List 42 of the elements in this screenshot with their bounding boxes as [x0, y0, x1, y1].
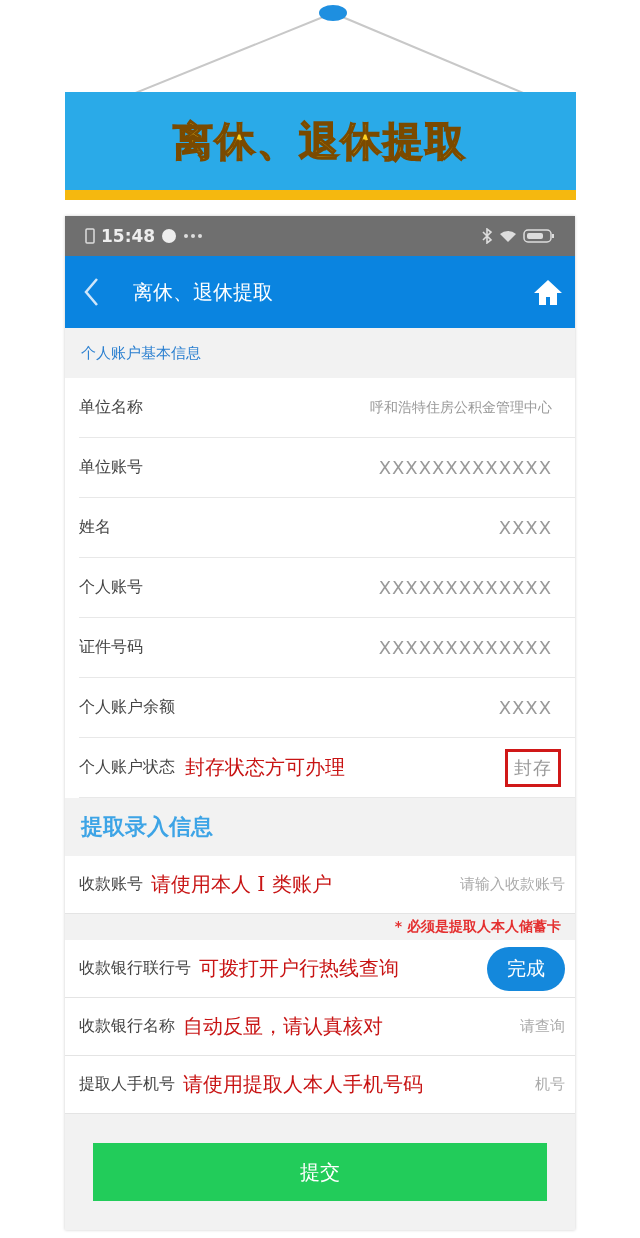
field-label: 个人账户状态 [79, 757, 175, 778]
field-label: 收款账号 [79, 874, 143, 895]
field-label: 个人账号 [79, 577, 143, 598]
field-value: XXXX [497, 696, 553, 720]
done-button[interactable]: 完成 [487, 946, 565, 991]
field-value: XXXXXXXXXXXXX [377, 636, 553, 660]
battery-icon [523, 228, 555, 244]
sim-icon [85, 228, 95, 244]
field-label: 单位名称 [79, 397, 143, 418]
annotation-text: 自动反显，请认真核对 [183, 1013, 383, 1040]
field-label: 个人账户余额 [79, 697, 175, 718]
field-label: 收款银行名称 [79, 1016, 175, 1037]
field-value: 封存 [505, 748, 561, 787]
annotation-text: 封存状态方可办理 [185, 754, 345, 781]
back-icon[interactable] [83, 277, 99, 307]
annotation-text: 可拨打开户行热线查询 [199, 955, 399, 982]
wifi-icon [499, 229, 517, 243]
submit-button[interactable]: 提交 [93, 1143, 547, 1201]
status-time: 15:48 [101, 226, 156, 246]
hint-text: * 必须是提取人本人储蓄卡 [393, 917, 562, 936]
home-icon[interactable] [533, 278, 563, 306]
field-value: XXXXXXXXXXXXX [377, 456, 553, 480]
field-label: 姓名 [79, 517, 111, 538]
field-label: 证件号码 [79, 637, 143, 658]
more-dots-icon [183, 233, 204, 239]
annotation-text: 请使用本人 I 类账户 [151, 871, 332, 898]
header-title: 离休、退休提取 [133, 278, 274, 306]
field-value: 呼和浩特住房公积金管理中心 [369, 397, 553, 417]
field-value: XXXXXXXXXXXXX [377, 576, 553, 600]
input-field[interactable]: 请查询 [520, 1017, 565, 1036]
check-circle-icon [161, 228, 178, 244]
input-field[interactable]: 机号 [535, 1075, 565, 1094]
section-title: 提取录入信息 [79, 813, 214, 841]
annotation-text: 请使用提取人本人手机号码 [183, 1071, 423, 1098]
field-label: 收款银行联行号 [79, 958, 191, 979]
field-label: 提取人手机号 [79, 1074, 175, 1095]
field-label: 单位账号 [79, 457, 143, 478]
input-field[interactable]: 请输入收款账号 [460, 875, 565, 894]
section-title: 个人账户基本信息 [80, 342, 202, 364]
bluetooth-icon [481, 228, 493, 244]
banner-title: 离休、退休提取 [173, 115, 467, 166]
field-value: XXXX [497, 516, 553, 540]
